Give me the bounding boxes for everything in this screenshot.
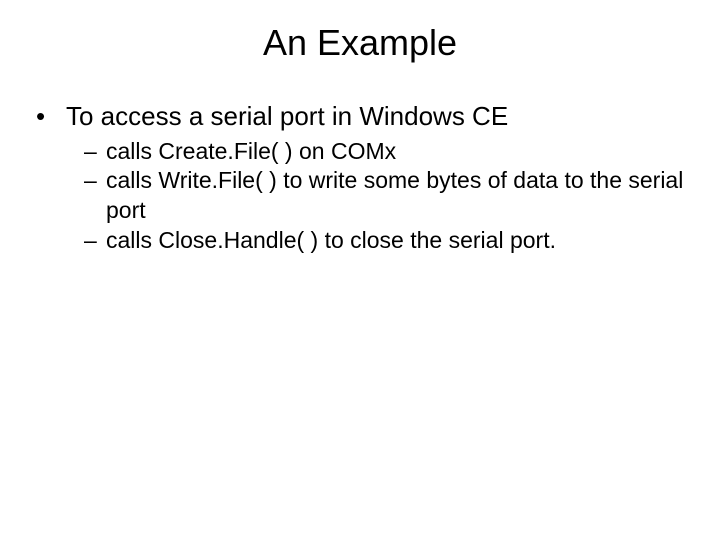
sub-bullet-text: calls Write.File( ) to write some bytes … [106,166,690,226]
dash-icon: – [84,166,106,226]
slide-body: • To access a serial port in Windows CE … [0,64,720,256]
bullet-level-2: – calls Write.File( ) to write some byte… [84,166,690,226]
sub-bullet-list: – calls Create.File( ) on COMx – calls W… [32,133,690,257]
dash-icon: – [84,226,106,256]
dash-icon: – [84,137,106,167]
bullet-text: To access a serial port in Windows CE [66,100,690,133]
sub-bullet-text: calls Create.File( ) on COMx [106,137,690,167]
bullet-level-2: – calls Create.File( ) on COMx [84,137,690,167]
bullet-dot-icon: • [32,100,66,133]
bullet-level-2: – calls Close.Handle( ) to close the ser… [84,226,690,256]
slide: An Example • To access a serial port in … [0,0,720,540]
bullet-level-1: • To access a serial port in Windows CE [32,100,690,133]
sub-bullet-text: calls Close.Handle( ) to close the seria… [106,226,690,256]
slide-title: An Example [0,0,720,64]
